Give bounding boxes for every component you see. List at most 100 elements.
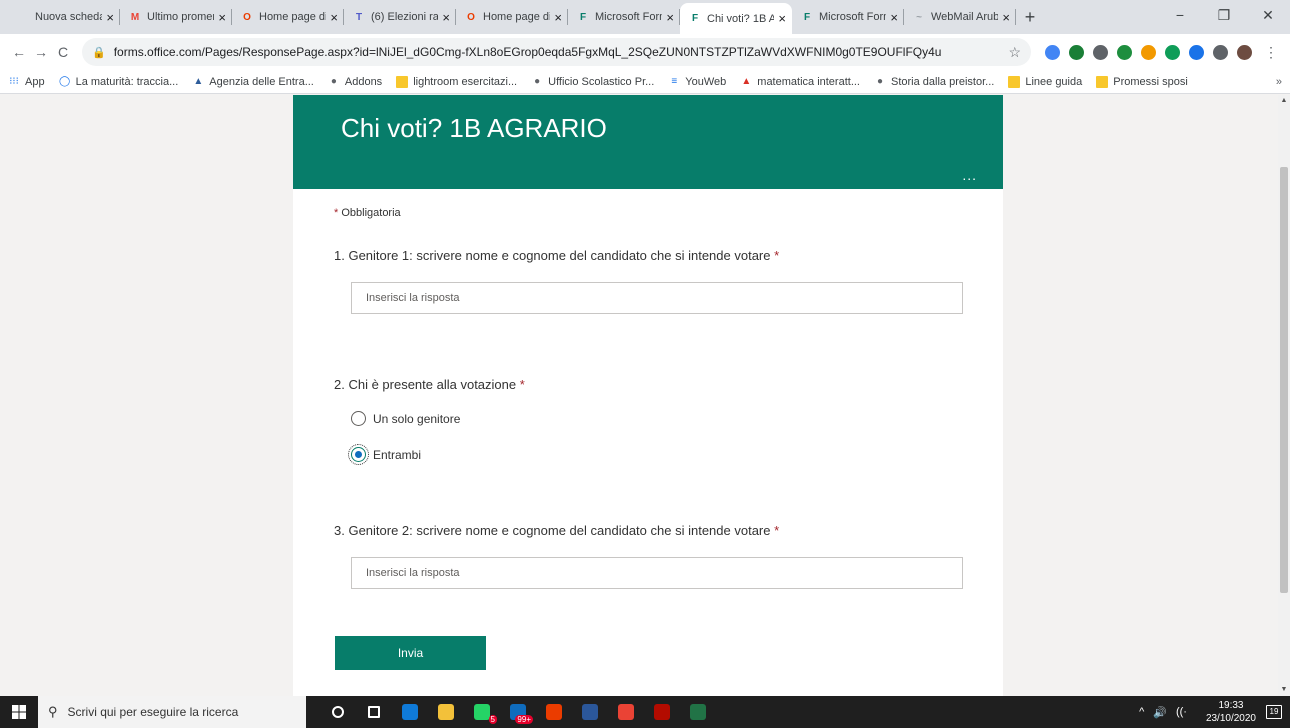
notification-center-icon[interactable]: 19 <box>1266 705 1282 719</box>
extension-icon[interactable] <box>1213 44 1228 60</box>
restore-button[interactable]: ❐ <box>1202 0 1246 30</box>
browser-tab[interactable]: F Chi voti? 1B AC× <box>680 3 792 34</box>
new-tab-button[interactable]: + <box>1016 3 1044 31</box>
folder-icon <box>396 75 409 88</box>
browser-tab[interactable]: ~ WebMail Arub × <box>904 3 1016 31</box>
extension-icon[interactable] <box>1045 44 1060 60</box>
app-badge: 99+ <box>515 715 533 724</box>
bookmark-item[interactable]: ◯ La maturità: traccia... <box>59 76 178 88</box>
tab-favicon-icon: F <box>579 11 587 23</box>
reload-button[interactable]: C <box>52 44 74 60</box>
taskbar-search[interactable]: ⚲ Scrivi qui per eseguire la ricerca <box>38 696 306 728</box>
bookmark-item[interactable]: ● Ufficio Scolastico Pr... <box>531 76 654 88</box>
bookmark-item[interactable]: ⁝⁝⁝ App <box>8 76 44 88</box>
bookmark-label: Agenzia delle Entra... <box>209 75 314 88</box>
tab-close-icon[interactable]: × <box>106 10 114 25</box>
scroll-up-icon[interactable]: ▲ <box>1278 95 1290 107</box>
browser-tab[interactable]: F Microsoft Form × <box>792 3 904 31</box>
tab-close-icon[interactable]: × <box>554 10 562 25</box>
extension-icon[interactable] <box>1189 44 1204 60</box>
required-star: * <box>334 207 339 219</box>
task-view-icon-glyph <box>368 706 380 718</box>
tab-close-icon[interactable]: × <box>442 10 450 25</box>
cortana-icon[interactable] <box>320 696 356 728</box>
browser-tab[interactable]: M Ultimo promem × <box>120 3 232 31</box>
mail-icon[interactable]: 99+ <box>500 696 536 728</box>
browser-tab[interactable]: O Home page di × <box>456 3 568 31</box>
volume-icon[interactable]: 🔊 <box>1153 706 1167 719</box>
bookmark-item[interactable]: Promessi sposi <box>1096 75 1188 88</box>
address-bar[interactable]: 🔒 forms.office.com/Pages/ResponsePage.as… <box>82 38 1031 66</box>
genitore-1-input[interactable] <box>351 282 963 314</box>
extension-icon[interactable] <box>1069 44 1084 60</box>
extension-icon[interactable] <box>1141 44 1156 60</box>
office-icon[interactable] <box>536 696 572 728</box>
option-un-solo-genitore[interactable]: Un solo genitore <box>351 411 460 426</box>
bookmarks-more-icon[interactable]: » <box>1276 76 1282 88</box>
app-badge: 5 <box>488 715 497 724</box>
close-window-button[interactable]: ✕ <box>1246 0 1290 30</box>
task-view-icon[interactable] <box>356 696 392 728</box>
tab-favicon-icon: T <box>355 11 363 23</box>
tab-close-icon[interactable]: × <box>330 10 338 25</box>
radio-entrambi[interactable] <box>348 444 369 465</box>
bookmark-item[interactable]: ▲ matematica interatt... <box>740 76 860 88</box>
whatsapp-icon[interactable]: 5 <box>464 696 500 728</box>
tab-favicon-icon: O <box>243 11 251 23</box>
start-button[interactable] <box>0 696 38 728</box>
submit-button[interactable]: Invia <box>335 636 486 670</box>
clock[interactable]: 19:33 23/10/2020 <box>1206 699 1256 725</box>
acrobat-icon[interactable] <box>644 696 680 728</box>
page-viewport: Chi voti? 1B AGRARIO ... * Obbligatoria … <box>0 95 1290 696</box>
word-icon[interactable] <box>572 696 608 728</box>
lock-icon[interactable]: 🔒 <box>92 46 106 59</box>
scroll-down-icon[interactable]: ▼ <box>1278 684 1290 696</box>
window-controls: − ❐ ✕ <box>1158 0 1290 30</box>
tab-close-icon[interactable]: × <box>890 10 898 25</box>
bookmark-item[interactable]: lightroom esercitazi... <box>396 75 517 88</box>
extension-icon[interactable] <box>1117 44 1132 60</box>
tab-close-icon[interactable]: × <box>218 10 226 25</box>
browser-menu-icon[interactable]: ⋮ <box>1260 44 1282 61</box>
extension-icon[interactable] <box>1093 44 1108 60</box>
required-star: * <box>774 248 780 263</box>
browser-tab[interactable]: Nuova scheda × <box>8 3 120 31</box>
more-options-icon[interactable]: ... <box>962 167 977 183</box>
tab-close-icon[interactable]: × <box>778 11 786 26</box>
bookmark-star-icon[interactable]: ☆ <box>1008 44 1021 61</box>
tab-label: Chi voti? 1B AC <box>707 12 775 25</box>
file-explorer-icon[interactable] <box>428 696 464 728</box>
page-scrollbar[interactable]: ▲ ▼ <box>1278 95 1290 696</box>
bookmark-item[interactable]: ▲ Agenzia delle Entra... <box>192 76 314 88</box>
tab-close-icon[interactable]: × <box>1002 10 1010 25</box>
extension-icon[interactable] <box>1165 44 1180 60</box>
minimize-button[interactable]: − <box>1158 0 1202 30</box>
bookmark-item[interactable]: Linee guida <box>1008 75 1082 88</box>
bookmark-item[interactable]: ● Storia dalla preistor... <box>874 76 994 88</box>
browser-tab[interactable]: O Home page di × <box>232 3 344 31</box>
option-entrambi[interactable]: Entrambi <box>348 444 421 465</box>
forward-button[interactable]: → <box>30 44 52 60</box>
genitore-2-input[interactable] <box>351 557 963 589</box>
browser-tab[interactable]: F Microsoft Form × <box>568 3 680 31</box>
tab-label: Home page di <box>259 11 327 23</box>
scrollbar-thumb[interactable] <box>1280 167 1288 593</box>
bookmark-item[interactable]: ≡ YouWeb <box>668 76 726 88</box>
tab-favicon-icon: O <box>467 11 475 23</box>
extension-icon[interactable] <box>1237 44 1252 60</box>
tab-close-icon[interactable]: × <box>666 10 674 25</box>
bookmark-label: Storia dalla preistor... <box>891 75 995 88</box>
tray-chevron-icon[interactable]: ^ <box>1139 706 1144 718</box>
network-icon[interactable]: ((· <box>1176 706 1187 718</box>
word-icon-glyph <box>582 704 598 720</box>
excel-icon[interactable] <box>680 696 716 728</box>
chrome-icon[interactable] <box>608 696 644 728</box>
bookmark-item[interactable]: ● Addons <box>328 76 382 88</box>
edge-icon[interactable] <box>392 696 428 728</box>
url-text[interactable]: forms.office.com/Pages/ResponsePage.aspx… <box>114 45 1009 59</box>
browser-tab[interactable]: T (6) Elezioni rap × <box>344 3 456 31</box>
tab-label: Microsoft Form <box>819 11 887 23</box>
radio-un-solo-genitore[interactable] <box>351 411 366 426</box>
tab-favicon-icon: F <box>691 13 699 24</box>
back-button[interactable]: ← <box>8 44 30 60</box>
